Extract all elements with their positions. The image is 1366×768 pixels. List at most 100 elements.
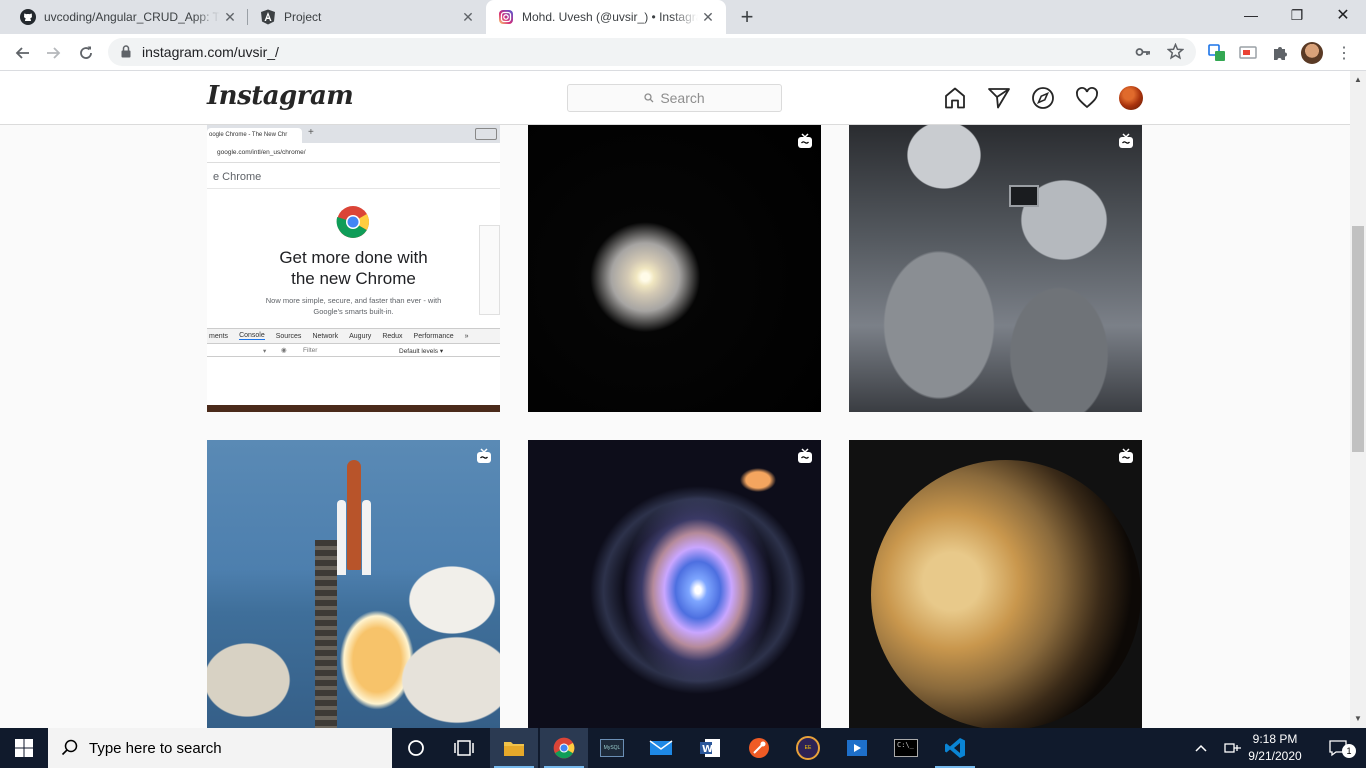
post-chrome-screenshot[interactable]: oogle Chrome - The New Chr + google.com/… xyxy=(207,125,500,412)
close-icon[interactable]: ✕ xyxy=(458,7,478,27)
start-button[interactable] xyxy=(0,728,48,768)
postman-app[interactable] xyxy=(735,728,783,768)
screenshot-subtext: Now more simple, secure, and faster than… xyxy=(265,296,442,305)
profile-avatar[interactable] xyxy=(1119,86,1143,110)
scroll-down-arrow-icon[interactable]: ▼ xyxy=(1354,714,1362,723)
cast-extension-icon[interactable] xyxy=(1235,40,1261,66)
instagram-icon xyxy=(498,9,514,25)
system-clock[interactable]: 9:18 PM 9/21/2020 xyxy=(1245,731,1305,765)
chrome-menu-icon[interactable]: ⋮ xyxy=(1331,40,1357,66)
taskbar-search-placeholder: Type here to search xyxy=(89,739,222,757)
home-icon[interactable] xyxy=(943,86,967,110)
notification-count-badge: 1 xyxy=(1342,744,1356,758)
activity-heart-icon[interactable] xyxy=(1075,86,1099,110)
tab-instagram[interactable]: Mohd. Uvesh (@uvsir_) • Instagra ✕ xyxy=(486,0,726,34)
post-glowing-star[interactable] xyxy=(528,125,821,412)
devtools-tabs: ments Console Sources Network Augury Red… xyxy=(207,328,500,343)
java-ee-ide-app[interactable]: EE xyxy=(784,728,832,768)
new-tab-button[interactable]: + xyxy=(734,4,760,30)
tab-angular-project[interactable]: Project ✕ xyxy=(248,0,486,34)
network-button[interactable] xyxy=(1218,728,1248,768)
mail-app[interactable] xyxy=(637,728,685,768)
key-icon[interactable] xyxy=(1135,44,1151,65)
bookmark-star-icon[interactable] xyxy=(1166,42,1185,65)
action-center-button[interactable]: 1 xyxy=(1318,728,1358,768)
minimize-button[interactable]: — xyxy=(1228,0,1274,30)
chrome-app[interactable] xyxy=(540,728,588,768)
scrollbar-thumb[interactable] xyxy=(1352,226,1364,452)
tab-github[interactable]: uvcoding/Angular_CRUD_App: Th ✕ xyxy=(8,0,248,34)
igtv-icon xyxy=(1119,133,1133,148)
terminal-app[interactable]: C:\_ xyxy=(882,728,930,768)
screenshot-subtext: Google's smarts built-in. xyxy=(313,307,394,316)
url-text: instagram.com/uvsir_/ xyxy=(142,44,279,60)
direct-message-icon[interactable] xyxy=(987,86,1011,110)
close-icon[interactable]: ✕ xyxy=(220,7,240,27)
screenshot-headline: Get more done with xyxy=(279,248,428,267)
vscode-app[interactable] xyxy=(931,728,979,768)
browser-tab-strip: uvcoding/Angular_CRUD_App: Th ✕ Project … xyxy=(0,0,1366,34)
page-scrollbar[interactable]: ▲ ▼ xyxy=(1350,71,1366,728)
windows-taskbar: Type here to search MySQL W EE C:\_ 9:18… xyxy=(0,728,1366,768)
close-icon[interactable]: ✕ xyxy=(698,7,718,27)
clock-time: 9:18 PM xyxy=(1252,732,1298,746)
task-view-icon xyxy=(454,740,474,756)
window-close-button[interactable]: ✕ xyxy=(1320,0,1366,30)
show-hidden-icons-button[interactable] xyxy=(1188,728,1214,768)
screenshot-headline: the new Chrome xyxy=(291,269,416,288)
windows-logo-icon xyxy=(15,739,33,757)
taskbar-search-box[interactable]: Type here to search xyxy=(48,728,392,768)
translate-extension-icon[interactable] xyxy=(1204,40,1230,66)
tab-title: Project xyxy=(284,10,322,24)
profile-avatar[interactable] xyxy=(1299,40,1325,66)
instagram-page: Instagram Search oogle Chrome - The New … xyxy=(0,71,1350,728)
file-explorer-app[interactable] xyxy=(490,728,538,768)
search-icon xyxy=(61,739,78,756)
igtv-icon xyxy=(798,133,812,148)
screenshot-heading: e Chrome xyxy=(207,163,500,189)
svg-text:W: W xyxy=(702,744,713,755)
cortana-button[interactable] xyxy=(392,728,440,768)
extensions-puzzle-icon[interactable] xyxy=(1267,40,1293,66)
mysql-app[interactable]: MySQL xyxy=(588,728,636,768)
scroll-up-arrow-icon[interactable]: ▲ xyxy=(1354,75,1362,84)
screenshot-tab: oogle Chrome - The New Chr xyxy=(207,128,302,143)
clock-date: 9/21/2020 xyxy=(1248,749,1302,763)
word-app[interactable]: W xyxy=(686,728,734,768)
search-icon xyxy=(644,93,654,103)
folder-icon xyxy=(504,742,524,756)
network-icon xyxy=(1224,743,1241,753)
search-placeholder: Search xyxy=(660,90,705,106)
post-shuttle-launch[interactable] xyxy=(207,440,500,728)
mysql-icon: MySQL xyxy=(600,739,624,757)
github-icon xyxy=(20,9,36,25)
reload-button[interactable] xyxy=(73,40,99,66)
restore-button[interactable]: ❐ xyxy=(1274,0,1320,30)
task-view-button[interactable] xyxy=(440,728,488,768)
video-player-app[interactable] xyxy=(833,728,881,768)
reload-icon xyxy=(80,46,92,59)
post-astronauts[interactable] xyxy=(849,125,1142,412)
forward-button[interactable] xyxy=(41,40,67,66)
instagram-logo[interactable]: Instagram xyxy=(207,81,354,111)
video-icon xyxy=(847,740,867,756)
browser-toolbar: instagram.com/uvsir_/ ⋮ xyxy=(0,34,1366,71)
devtools-levels: Default levels ▾ xyxy=(399,348,444,355)
eclipse-icon: EE xyxy=(796,736,820,760)
instagram-header: Instagram Search xyxy=(0,71,1350,125)
postman-icon xyxy=(749,738,769,758)
chrome-logo-icon xyxy=(336,206,369,238)
cortana-circle-icon xyxy=(408,740,424,756)
address-bar[interactable]: instagram.com/uvsir_/ xyxy=(108,38,1196,66)
post-cats-eye-nebula[interactable] xyxy=(528,440,821,728)
back-arrow-icon xyxy=(15,47,29,59)
devtools-filter: Filter xyxy=(303,347,318,354)
terminal-icon: C:\_ xyxy=(894,739,918,757)
post-planet[interactable] xyxy=(849,440,1142,728)
explore-compass-icon[interactable] xyxy=(1031,86,1055,110)
igtv-icon xyxy=(798,448,812,463)
search-input[interactable]: Search xyxy=(567,84,782,112)
tab-title: uvcoding/Angular_CRUD_App: Th xyxy=(44,10,220,24)
forward-arrow-icon xyxy=(47,47,61,59)
back-button[interactable] xyxy=(9,40,35,66)
